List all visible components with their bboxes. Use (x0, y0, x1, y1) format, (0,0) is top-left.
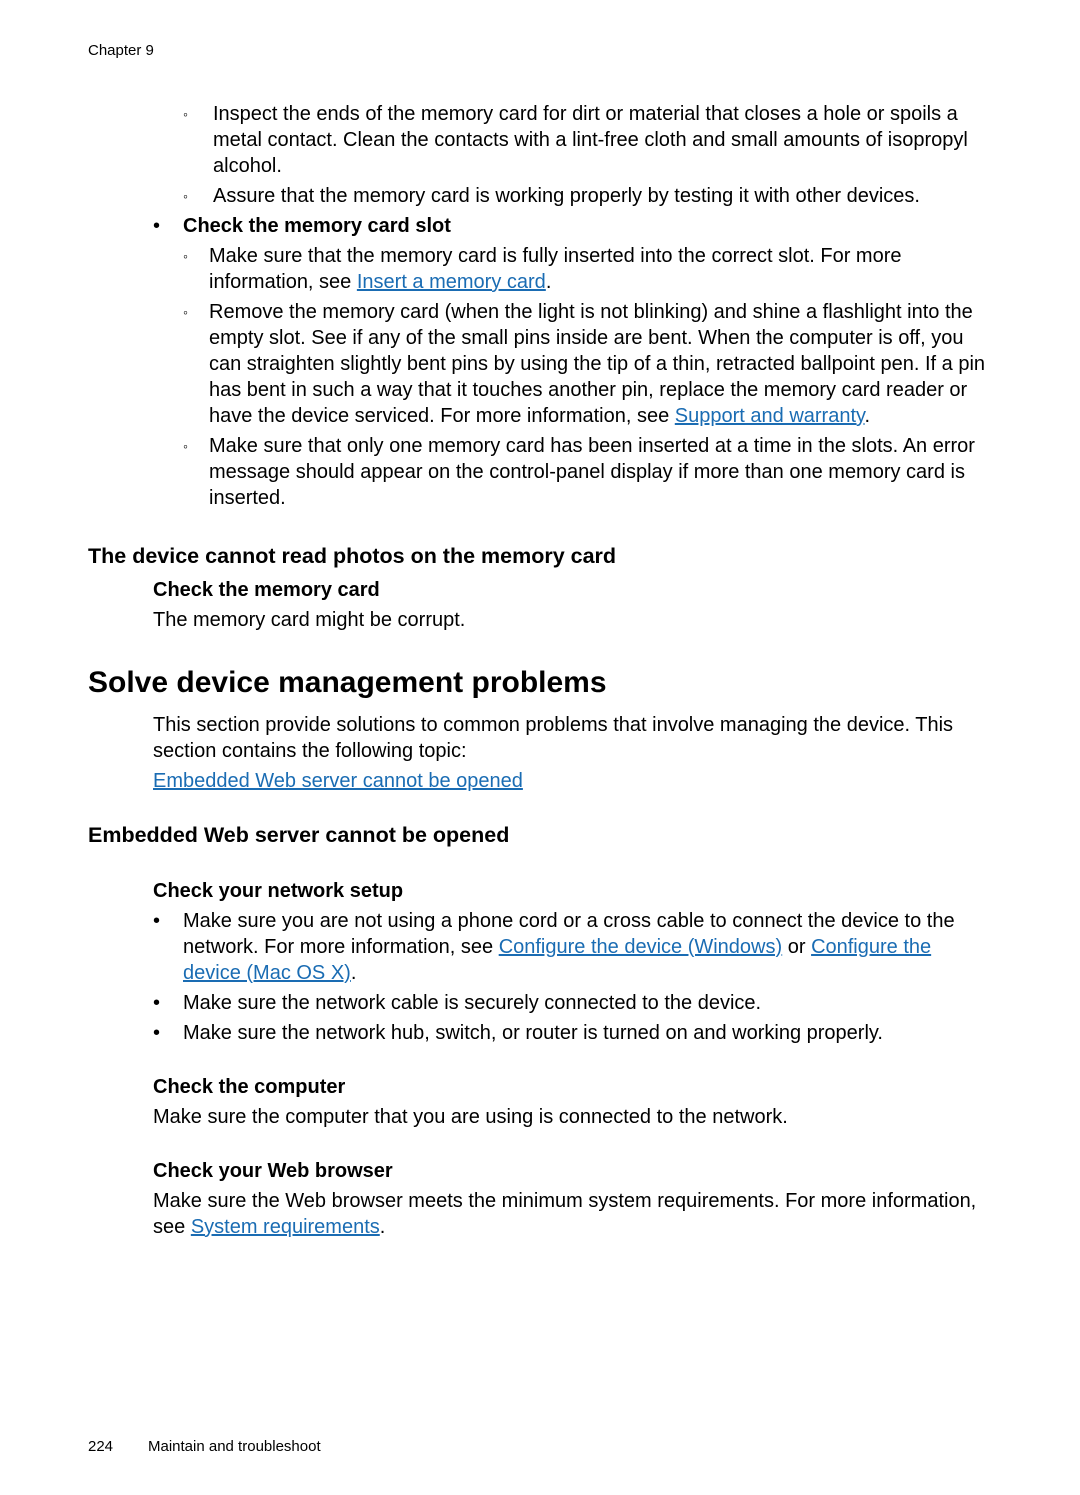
heading-check-computer: Check the computer (153, 1074, 992, 1100)
page-number: 224 (88, 1438, 148, 1455)
solve-para: This section provide solutions to common… (153, 712, 992, 764)
bullet-marker: ◦ (183, 299, 209, 429)
heading-ews: Embedded Web server cannot be opened (88, 822, 992, 850)
list-item: ◦ Make sure that only one memory card ha… (183, 433, 992, 511)
top-sub-bullets: ◦ Inspect the ends of the memory card fo… (183, 101, 992, 209)
footer-title: Maintain and troubleshoot (148, 1438, 321, 1455)
bullet-text: Make sure the network cable is securely … (183, 990, 761, 1016)
bullet-marker: • (153, 990, 183, 1016)
bullet-marker: ◦ (183, 183, 213, 209)
insert-memory-card-link[interactable]: Insert a memory card (357, 271, 546, 293)
list-item: ◦ Assure that the memory card is working… (183, 183, 992, 209)
corrupt-text: The memory card might be corrupt. (153, 607, 992, 633)
bullet-marker: ◦ (183, 101, 213, 179)
page-footer: 224Maintain and troubleshoot (88, 1438, 321, 1455)
list-item: • Make sure you are not using a phone co… (153, 908, 992, 986)
configure-windows-link[interactable]: Configure the device (Windows) (499, 936, 782, 958)
computer-text: Make sure the computer that you are usin… (153, 1104, 992, 1130)
bullet-marker: • (153, 908, 183, 986)
bullet-text: Make sure that only one memory card has … (209, 433, 992, 511)
heading-check-network: Check your network setup (153, 878, 992, 904)
list-item: ◦ Make sure that the memory card is full… (183, 243, 992, 295)
heading-check-card: Check the memory card (153, 577, 992, 603)
bullet-text: Make sure you are not using a phone cord… (183, 908, 992, 986)
bullet-text: Remove the memory card (when the light i… (209, 299, 992, 429)
bullet-text: Inspect the ends of the memory card for … (213, 101, 992, 179)
heading-solve: Solve device management problems (88, 663, 992, 702)
system-requirements-link[interactable]: System requirements (191, 1216, 380, 1238)
list-item: • Make sure the network hub, switch, or … (153, 1020, 992, 1046)
list-item: ◦ Remove the memory card (when the light… (183, 299, 992, 429)
list-item: • Make sure the network cable is securel… (153, 990, 992, 1016)
bullet-text: Assure that the memory card is working p… (213, 183, 920, 209)
network-bullets: • Make sure you are not using a phone co… (153, 908, 992, 1046)
bullet-marker: • (153, 1020, 183, 1046)
bullet-text: Make sure the network hub, switch, or ro… (183, 1020, 883, 1046)
bullet-text: Make sure that the memory card is fully … (209, 243, 992, 295)
page-content: ◦ Inspect the ends of the memory card fo… (88, 101, 992, 1240)
heading-check-browser: Check your Web browser (153, 1158, 992, 1184)
browser-text: Make sure the Web browser meets the mini… (153, 1188, 992, 1240)
chapter-label: Chapter 9 (88, 42, 992, 59)
check-slot-section: • Check the memory card slot ◦ Make sure… (153, 213, 992, 515)
ews-link[interactable]: Embedded Web server cannot be opened (153, 770, 523, 792)
nested-list: ◦ Make sure that the memory card is full… (183, 243, 992, 511)
bullet-marker: • (153, 213, 183, 515)
list-item: ◦ Inspect the ends of the memory card fo… (183, 101, 992, 179)
heading-cannot-read: The device cannot read photos on the mem… (88, 543, 992, 571)
support-warranty-link[interactable]: Support and warranty (675, 405, 865, 427)
check-slot-label: Check the memory card slot (183, 213, 992, 239)
bullet-marker: ◦ (183, 243, 209, 295)
bullet-marker: ◦ (183, 433, 209, 511)
list-item: • Check the memory card slot ◦ Make sure… (153, 213, 992, 515)
